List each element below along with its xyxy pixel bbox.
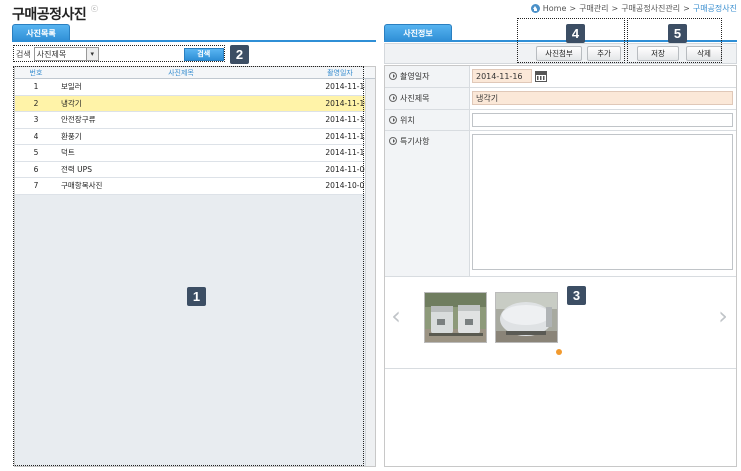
title-field[interactable]: 냉각기: [472, 91, 733, 105]
bullet-arrow-icon: [389, 115, 397, 124]
title-mark-icon: ⓒ: [91, 5, 98, 13]
location-label: 위치: [385, 110, 470, 130]
bullet-arrow-icon: [389, 71, 397, 80]
annotation-badge-4: 4: [566, 24, 585, 43]
page-title: 구매공정사진: [12, 7, 87, 23]
tab-underline-left: [12, 40, 376, 42]
breadcrumb-level2[interactable]: 구매공정사진관리: [621, 3, 680, 14]
thumbnail-photo-2[interactable]: [495, 292, 558, 343]
home-icon[interactable]: [530, 4, 540, 13]
notes-textarea[interactable]: [472, 134, 733, 270]
breadcrumb: Home > 구매관리 > 구매공정사진관리 > 구매공정사진: [530, 3, 737, 14]
form-row-title: 사진제목 냉각기: [385, 88, 736, 110]
form-row-notes: 특기사항: [385, 131, 736, 277]
tab-photo-list[interactable]: 사진목록: [12, 24, 70, 41]
annotation-badge-5: 5: [668, 24, 687, 43]
location-field[interactable]: [472, 113, 733, 127]
photo-gallery: ‹ ›: [385, 277, 736, 369]
date-label: 촬영일자: [385, 66, 470, 87]
gallery-prev-icon[interactable]: ‹: [389, 303, 403, 329]
breadcrumb-separator: >: [611, 4, 619, 13]
gallery-pager-dot[interactable]: [556, 349, 562, 355]
breadcrumb-current: 구매공정사진: [692, 4, 737, 13]
photo-info-form: 촬영일자 2014-11-16 사진제목 냉각기 위치 특기사항 ‹ ›: [384, 65, 737, 467]
breadcrumb-separator: >: [569, 4, 577, 13]
annotation-badge-2: 2: [230, 45, 249, 64]
tab-photo-info[interactable]: 사진정보: [384, 24, 452, 41]
thumbnail-photo-1[interactable]: [424, 292, 487, 343]
breadcrumb-level1[interactable]: 구매관리: [579, 3, 608, 14]
notes-label: 특기사항: [385, 131, 470, 276]
list-scrollbar[interactable]: [365, 79, 375, 466]
calendar-icon[interactable]: [535, 71, 547, 82]
title-label: 사진제목: [385, 88, 470, 109]
gallery-next-icon[interactable]: ›: [716, 303, 730, 329]
form-row-date: 촬영일자 2014-11-16: [385, 66, 736, 88]
annotation-box-2: [13, 45, 225, 62]
bullet-arrow-icon: [389, 93, 397, 102]
annotation-badge-1: 1: [187, 287, 206, 306]
date-field[interactable]: 2014-11-16: [472, 69, 532, 83]
form-row-location: 위치: [385, 110, 736, 131]
breadcrumb-separator: >: [683, 4, 690, 13]
annotation-badge-3: 3: [567, 286, 586, 305]
bullet-arrow-icon: [389, 136, 397, 145]
annotation-box-1: [13, 66, 364, 466]
breadcrumb-home[interactable]: Home: [543, 4, 567, 13]
